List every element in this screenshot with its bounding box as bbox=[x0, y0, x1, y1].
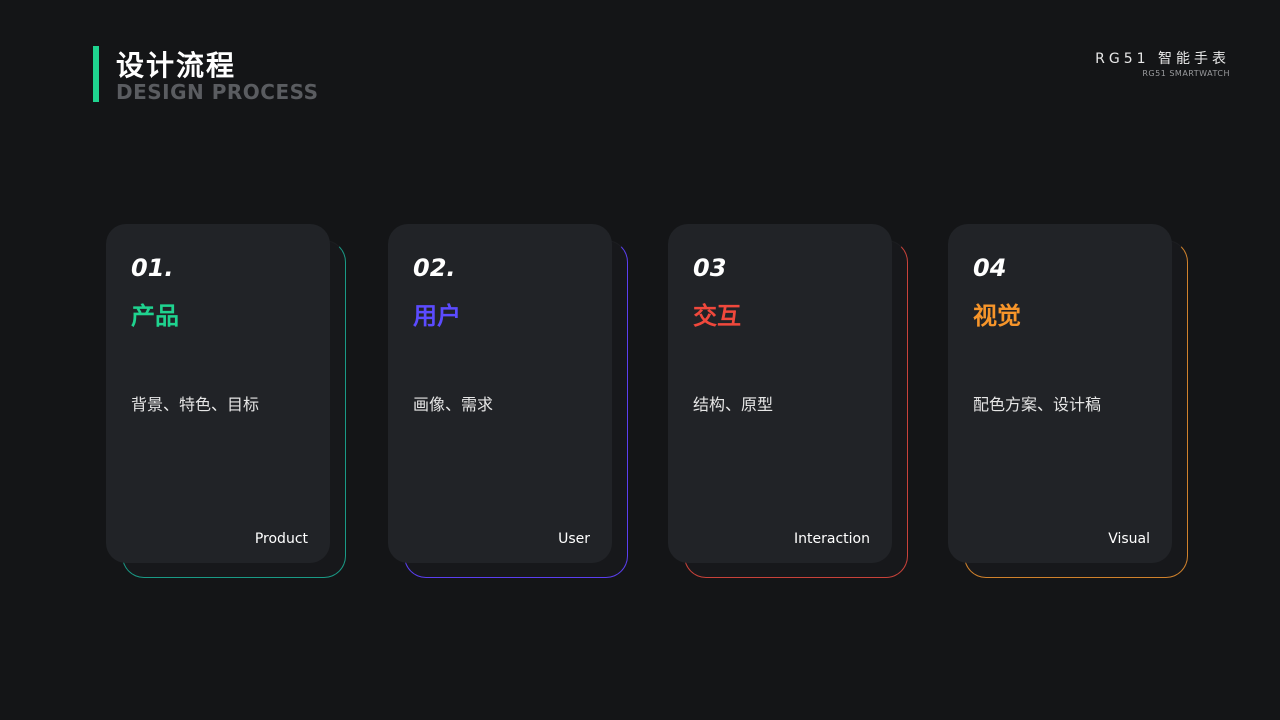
card-face: 01. 产品 背景、特色、目标 Product bbox=[106, 224, 330, 563]
card-title: 产品 bbox=[131, 302, 179, 330]
card-label-en: Interaction bbox=[794, 531, 870, 547]
card-description: 配色方案、设计稿 bbox=[973, 395, 1102, 414]
card-label-en: Product bbox=[254, 531, 308, 547]
card-label-en: User bbox=[558, 531, 590, 547]
card-description: 背景、特色、目标 bbox=[131, 395, 260, 414]
brand-name-en: RG51 SMARTWATCH bbox=[1142, 69, 1230, 78]
card-title: 用户 bbox=[413, 302, 461, 330]
card-number: 03 bbox=[693, 254, 727, 282]
page-title: 设计流程 bbox=[116, 49, 237, 82]
page-subtitle: DESIGN PROCESS bbox=[116, 80, 319, 104]
title-accent-bar bbox=[93, 46, 99, 102]
brand-name: RG51 智能手表 bbox=[1095, 51, 1230, 67]
card-title: 交互 bbox=[693, 302, 741, 330]
card-number: 02. bbox=[413, 254, 456, 282]
card-label-en: Visual bbox=[1108, 531, 1150, 547]
card-description: 结构、原型 bbox=[693, 395, 774, 414]
process-card-interaction: 03 交互 结构、原型 Interaction bbox=[668, 224, 908, 578]
card-face: 04 视觉 配色方案、设计稿 Visual bbox=[948, 224, 1172, 563]
process-card-product: 01. 产品 背景、特色、目标 Product bbox=[106, 224, 346, 578]
process-card-user: 02. 用户 画像、需求 User bbox=[388, 224, 628, 578]
process-card-visual: 04 视觉 配色方案、设计稿 Visual bbox=[948, 224, 1188, 578]
card-face: 03 交互 结构、原型 Interaction bbox=[668, 224, 892, 563]
card-title: 视觉 bbox=[973, 302, 1021, 330]
card-number: 04 bbox=[973, 254, 1007, 282]
card-description: 画像、需求 bbox=[413, 395, 494, 414]
card-number: 01. bbox=[131, 254, 174, 282]
card-face: 02. 用户 画像、需求 User bbox=[388, 224, 612, 563]
